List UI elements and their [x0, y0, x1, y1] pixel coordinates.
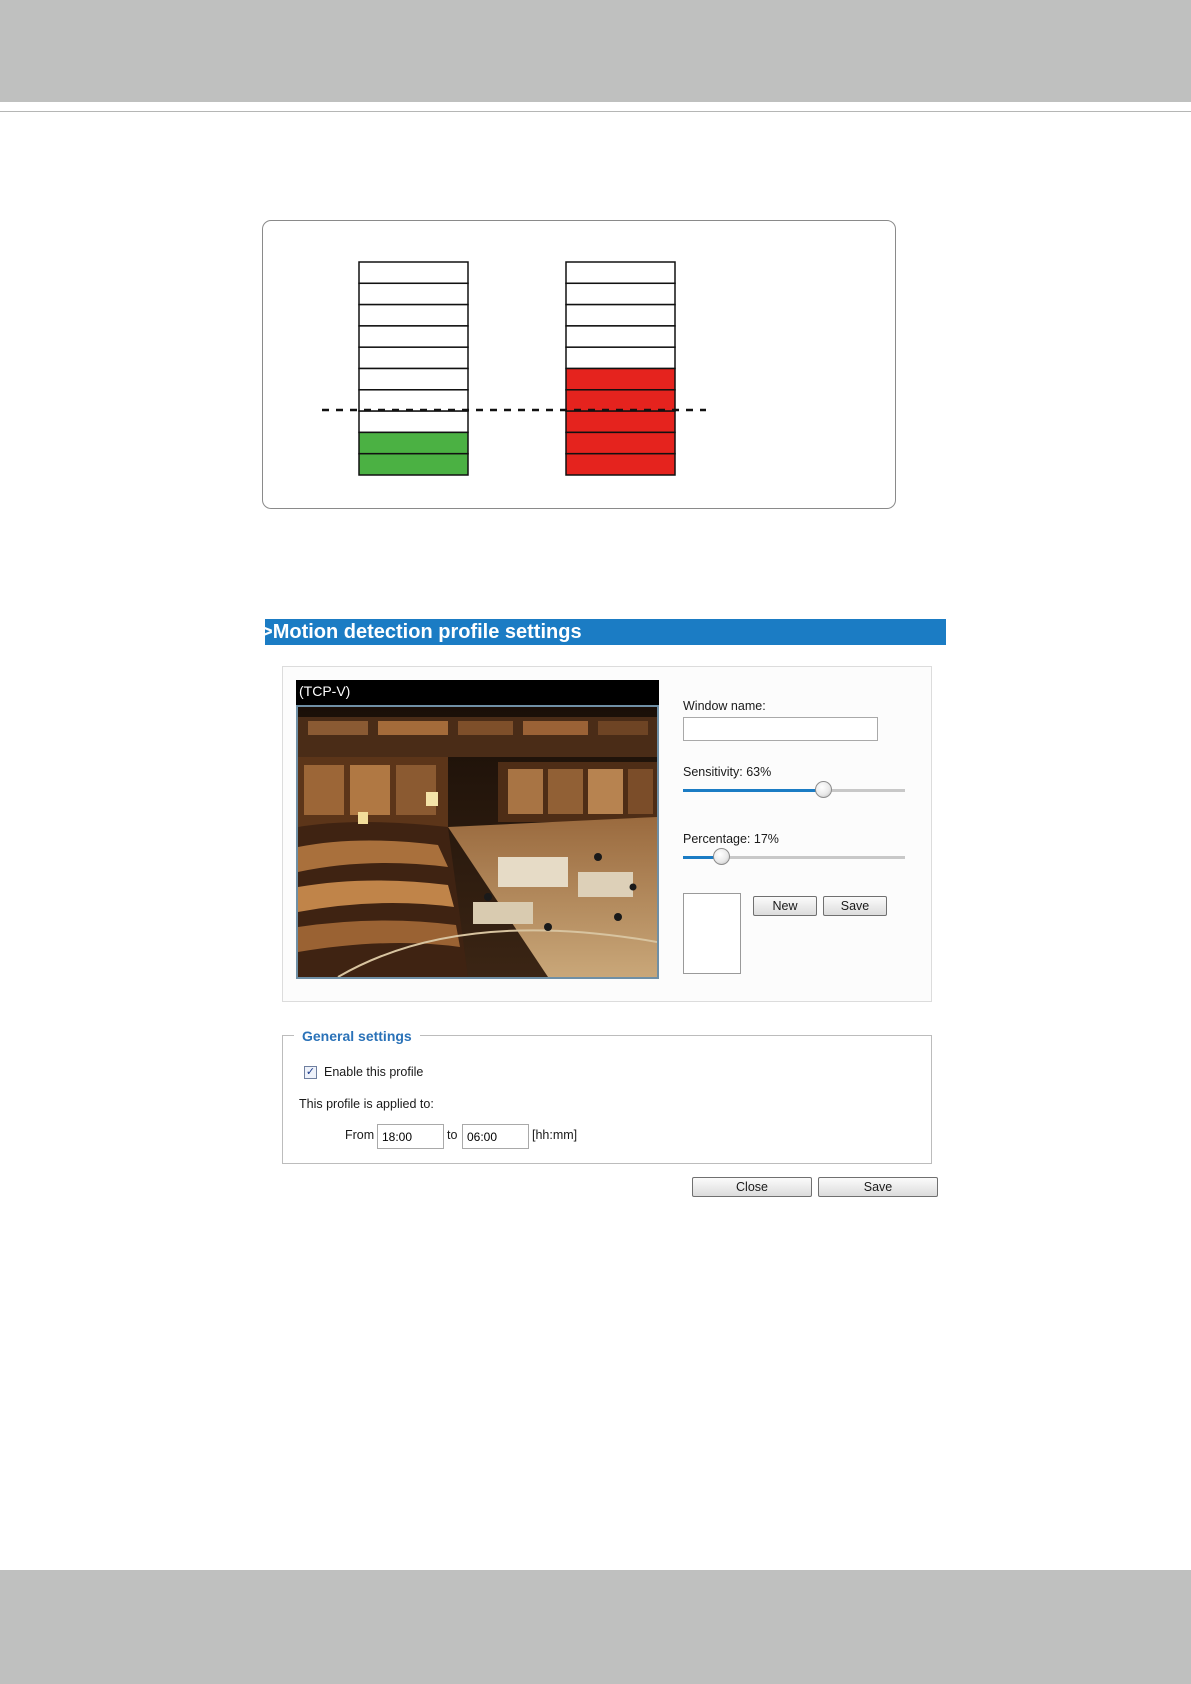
window-name-input[interactable] [683, 717, 878, 741]
enable-profile-checkbox[interactable]: ✓ [304, 1066, 317, 1079]
checkmark-icon: ✓ [305, 1066, 316, 1078]
time-format-hint: [hh:mm] [532, 1128, 578, 1142]
window-name-label: Window name: [683, 699, 766, 713]
left-level-cell [358, 325, 469, 348]
left-level-cell [358, 431, 469, 455]
percentage-slider[interactable] [683, 848, 905, 865]
to-time-input[interactable] [462, 1124, 529, 1149]
right-level-cell [565, 282, 676, 306]
diagram-svg [322, 261, 706, 476]
new-window-button[interactable]: New [753, 896, 817, 916]
left-level-cell [358, 282, 469, 306]
left-level-cell [358, 452, 469, 476]
right-level-cell [565, 325, 676, 348]
right-level-cell [565, 303, 676, 327]
percentage-slider-handle[interactable] [713, 848, 730, 865]
sensitivity-slider-fill [683, 789, 823, 792]
page-title: Motion detection profile settings [272, 621, 582, 643]
from-label: From [345, 1128, 375, 1142]
to-label: to [447, 1128, 458, 1142]
left-level-cell [358, 346, 469, 370]
applied-to-label: This profile is applied to: [299, 1097, 434, 1111]
percentage-label: Percentage: 17% [683, 832, 779, 846]
video-preview[interactable] [296, 705, 659, 979]
profile-header: >Motion detection profile settings [261, 619, 946, 645]
left-level-cell [358, 367, 469, 391]
left-level-cell [358, 303, 469, 327]
left-level-cell [358, 261, 469, 285]
right-level-cell [565, 261, 676, 285]
right-level-cell [565, 389, 676, 412]
left-level-cell [358, 410, 469, 434]
enable-profile-label: Enable this profile [324, 1065, 424, 1079]
video-title: (TCP-V) [296, 680, 659, 705]
right-level-column [565, 261, 676, 476]
left-level-column [358, 261, 469, 476]
from-time-input[interactable] [377, 1124, 444, 1149]
save-window-button[interactable]: Save [823, 896, 887, 916]
right-level-cell [565, 452, 676, 476]
right-level-cell [565, 431, 676, 455]
window-list[interactable] [683, 893, 741, 974]
right-level-cell [565, 346, 676, 370]
sensitivity-slider[interactable] [683, 781, 905, 798]
header-arrow: > [261, 621, 273, 643]
sensitivity-slider-handle[interactable] [815, 781, 832, 798]
sensitivity-label: Sensitivity: 63% [683, 765, 772, 779]
save-button[interactable]: Save [818, 1177, 938, 1197]
page-footer-band [0, 1570, 1191, 1684]
close-button[interactable]: Close [692, 1177, 812, 1197]
right-level-cell [565, 367, 676, 391]
general-settings-legend: General settings [294, 1028, 420, 1044]
right-level-cell [565, 410, 676, 434]
left-level-cell [358, 389, 469, 412]
video-image [298, 707, 657, 977]
